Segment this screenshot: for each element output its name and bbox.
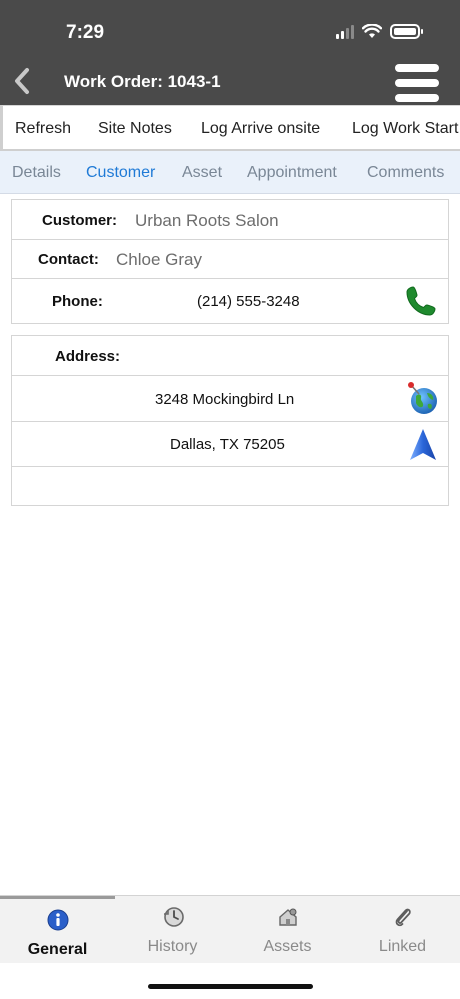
hamburger-menu-icon[interactable] <box>395 64 439 102</box>
status-time: 7:29 <box>66 22 105 43</box>
tab-customer[interactable]: Customer <box>86 164 155 182</box>
top-bar: 7:29 Work Order: 1043-1 <box>0 0 460 105</box>
info-icon <box>47 909 69 931</box>
phone-row[interactable]: Phone: (214) 555-3248 <box>12 279 448 323</box>
nav-linked-label: Linked <box>378 938 427 955</box>
contact-value: Chloe Gray <box>116 250 202 269</box>
bottom-nav: General History Assets Linked <box>0 895 460 963</box>
nav-linked[interactable]: Linked <box>345 896 460 964</box>
battery-icon <box>390 24 423 39</box>
status-icons <box>336 24 423 39</box>
refresh-button[interactable]: Refresh <box>15 120 71 138</box>
tab-details[interactable]: Details <box>12 164 61 182</box>
nav-general[interactable]: General <box>0 896 115 964</box>
wifi-icon <box>362 24 382 38</box>
log-arrive-onsite-button[interactable]: Log Arrive onsite <box>201 120 320 138</box>
phone-label: Phone: <box>52 293 103 310</box>
address-line2: Dallas, TX 75205 <box>170 436 285 453</box>
contact-label: Contact: <box>38 251 99 268</box>
address-empty-row <box>12 467 448 505</box>
address-label-row: Address: <box>12 336 448 376</box>
tab-appointment[interactable]: Appointment <box>247 164 337 182</box>
back-chevron-icon[interactable] <box>10 66 34 96</box>
section-tabs: Details Customer Asset Appointment Comme… <box>0 151 460 194</box>
assets-icon <box>279 908 297 926</box>
tab-asset[interactable]: Asset <box>182 164 222 182</box>
customer-card: Customer: Urban Roots Salon Contact: Chl… <box>11 199 449 324</box>
tab-comments[interactable]: Comments <box>367 164 444 182</box>
globe-map-pin-icon[interactable] <box>406 382 440 416</box>
nav-history[interactable]: History <box>115 896 230 964</box>
nav-history-label: History <box>147 938 198 955</box>
page-title: Work Order: 1043-1 <box>64 72 221 91</box>
paperclip-icon <box>395 908 411 927</box>
nav-assets-label: Assets <box>263 938 312 955</box>
address-line2-row[interactable]: Dallas, TX 75205 <box>12 422 448 467</box>
address-line1: 3248 Mockingbird Ln <box>155 391 295 408</box>
action-toolbar: Refresh Site Notes Log Arrive onsite Log… <box>0 105 460 151</box>
address-label: Address: <box>55 348 121 365</box>
customer-row: Customer: Urban Roots Salon <box>12 200 448 240</box>
nav-assets[interactable]: Assets <box>230 896 345 964</box>
site-notes-button[interactable]: Site Notes <box>98 120 172 138</box>
home-indicator <box>148 984 313 989</box>
history-icon <box>164 907 184 927</box>
address-line1-row[interactable]: 3248 Mockingbird Ln <box>12 376 448 422</box>
phone-value: (214) 555-3248 <box>197 293 300 310</box>
log-work-start-button[interactable]: Log Work Start <box>352 120 458 138</box>
nav-general-label: General <box>27 941 88 958</box>
contact-row: Contact: Chloe Gray <box>12 240 448 279</box>
address-card: Address: 3248 Mockingbird Ln Dallas, TX … <box>11 335 449 506</box>
cellular-signal-icon <box>336 24 354 39</box>
customer-value: Urban Roots Salon <box>135 211 279 230</box>
customer-label: Customer: <box>42 212 118 229</box>
navigation-arrow-icon[interactable] <box>408 427 438 463</box>
phone-call-icon[interactable] <box>404 284 438 318</box>
